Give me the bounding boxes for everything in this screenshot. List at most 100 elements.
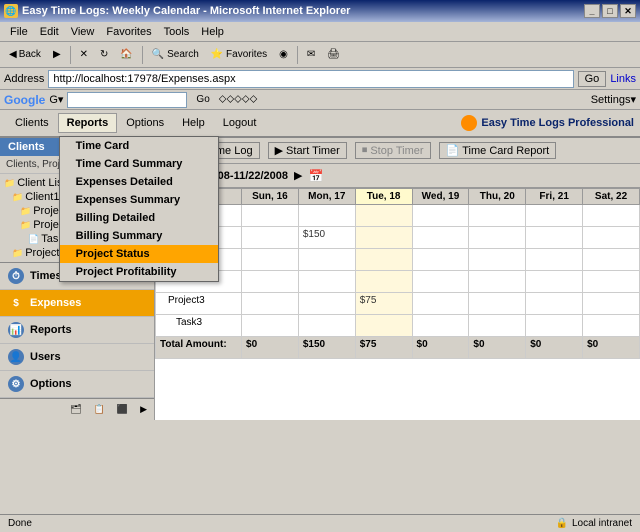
col-mon17: Mon, 17 [298, 189, 355, 205]
dropdown-project-profitability[interactable]: Project Profitability [60, 263, 218, 281]
google-logo: Google [4, 93, 45, 107]
minimize-button[interactable]: _ [584, 4, 600, 18]
calendar-header: ◀ 11/16/2008-11/22/2008 ▶ 📅 [155, 164, 640, 188]
forward-button[interactable]: ▶ [48, 46, 66, 63]
menu-help[interactable]: Help [195, 24, 230, 40]
title-bar: 🌐 Easy Time Logs: Weekly Calendar - Micr… [0, 0, 640, 22]
table-row: Project3 $75 [156, 293, 640, 315]
time-card-report-button[interactable]: 📄 Time Card Report [439, 142, 557, 159]
menu-file[interactable]: File [4, 24, 34, 40]
content-toolbar: ➕ Add Time Log ▶ Start Timer ⏹ Stop Time… [155, 138, 640, 164]
sidebar-tool-btn2[interactable]: 📋 [89, 401, 110, 418]
total-thu: $0 [469, 337, 526, 359]
media-button[interactable]: ◉ [274, 46, 293, 63]
settings-label[interactable]: Settings▾ [591, 93, 636, 106]
play-icon: ▶ [275, 144, 283, 157]
app-logo-icon [461, 115, 477, 131]
links-label: Links [610, 73, 636, 85]
menu-view[interactable]: View [65, 24, 101, 40]
total-wed: $0 [412, 337, 469, 359]
google-bar: Google G▾ Go ⬦⬦⬦⬦⬦ Settings▾ [0, 90, 640, 110]
bottom-nav: ⏱ Timesheet $ Expenses 📊 Reports 👤 Users… [0, 262, 154, 398]
col-fri21: Fri, 21 [526, 189, 583, 205]
dropdown-billing-detailed[interactable]: Billing Detailed [60, 209, 218, 227]
col-thu20: Thu, 20 [469, 189, 526, 205]
google-search-input[interactable] [67, 92, 187, 108]
app-icon: 🌐 [4, 4, 18, 18]
dropdown-time-card-summary[interactable]: Time Card Summary [60, 155, 218, 173]
table-row: Task3 [156, 315, 640, 337]
dropdown-expenses-detailed[interactable]: Expenses Detailed [60, 173, 218, 191]
sidebar-tool-btn4[interactable]: ▶ [135, 401, 152, 418]
table-row: t1 [156, 271, 640, 293]
calendar-grid: Projects Sun, 16 Mon, 17 Tue, 18 Wed, 19… [155, 188, 640, 359]
status-bar: Done 🔒 Local intranet [0, 514, 640, 532]
nav-help[interactable]: Help [173, 113, 214, 133]
back-button[interactable]: ◀ Back [4, 46, 46, 63]
mail-button[interactable]: ✉ [302, 46, 320, 63]
menu-edit[interactable]: Edit [34, 24, 65, 40]
nav-options[interactable]: Options [117, 113, 173, 133]
refresh-button[interactable]: ↻ [95, 46, 113, 63]
total-tue: $75 [355, 337, 412, 359]
total-sun: $0 [242, 337, 299, 359]
google-go-button[interactable]: Go [191, 91, 214, 108]
stop-button[interactable]: ✕ [75, 46, 93, 63]
users-label: Users [30, 351, 61, 363]
security-icon: 🔒 [556, 518, 568, 529]
nav-clients[interactable]: Clients [6, 113, 58, 133]
cal-next[interactable]: ▶ [294, 169, 302, 182]
nav-reports[interactable]: Reports Time Card Time Card Summary Expe… [58, 113, 118, 133]
go-button[interactable]: Go [578, 71, 607, 87]
favorites-button[interactable]: ⭐ Favorites [206, 46, 272, 63]
search-button[interactable]: 🔍 Search [147, 46, 204, 63]
print-button[interactable]: 🖨 [322, 46, 345, 63]
maximize-button[interactable]: □ [602, 4, 618, 18]
dropdown-project-status[interactable]: Project Status [60, 245, 218, 263]
col-tue18: Tue, 18 [355, 189, 412, 205]
options-label: Options [30, 378, 72, 390]
app-nav: Clients Reports Time Card Time Card Summ… [6, 113, 265, 133]
col-wed19: Wed, 19 [412, 189, 469, 205]
total-mon: $150 [298, 337, 355, 359]
status-text: Done [8, 518, 32, 529]
dropdown-billing-summary[interactable]: Billing Summary [60, 227, 218, 245]
google-label: G▾ [49, 93, 63, 106]
google-options: ⬦⬦⬦⬦⬦ [219, 93, 258, 106]
col-sat22: Sat, 22 [583, 189, 640, 205]
nav-options-item[interactable]: ⚙ Options [0, 371, 154, 398]
home-button[interactable]: 🏠 [115, 46, 137, 63]
dropdown-expenses-summary[interactable]: Expenses Summary [60, 191, 218, 209]
dropdown-time-card[interactable]: Time Card [60, 137, 218, 155]
sidebar-tool-btn3[interactable]: ⬛ [112, 401, 133, 418]
content-area: ➕ Add Time Log ▶ Start Timer ⏹ Stop Time… [155, 138, 640, 420]
address-input[interactable] [48, 70, 573, 88]
app-title: Easy Time Logs Professional [481, 117, 634, 129]
users-icon: 👤 [8, 349, 24, 365]
reports-label: Reports [30, 324, 72, 336]
cal-icon[interactable]: 📅 [309, 169, 324, 183]
menu-tools[interactable]: Tools [158, 24, 196, 40]
nav-reports[interactable]: 📊 Reports [0, 317, 154, 344]
close-button[interactable]: ✕ [620, 4, 636, 18]
sidebar-tool-btn1[interactable]: 🗂 [65, 401, 86, 418]
nav-users[interactable]: 👤 Users [0, 344, 154, 371]
table-row: Task1 [156, 249, 640, 271]
stop-icon: ⏹ [362, 144, 368, 157]
reports-dropdown: Time Card Time Card Summary Expenses Det… [59, 136, 219, 282]
calendar-table: Projects Sun, 16 Mon, 17 Tue, 18 Wed, 19… [155, 188, 640, 420]
app-logo: Easy Time Logs Professional [461, 115, 634, 131]
stop-timer-button[interactable]: ⏹ Stop Timer [355, 142, 431, 159]
col-sun16: Sun, 16 [242, 189, 299, 205]
nav-logout[interactable]: Logout [214, 113, 266, 133]
sidebar-bottom-tools: 🗂 📋 ⬛ ▶ [0, 398, 154, 420]
app-toolbar: Clients Reports Time Card Time Card Summ… [0, 110, 640, 138]
start-timer-button[interactable]: ▶ Start Timer [268, 142, 347, 159]
status-right: 🔒 Local intranet [556, 518, 633, 529]
expenses-label: Expenses [30, 297, 81, 309]
cell-project: Task3 [156, 315, 242, 337]
menu-favorites[interactable]: Favorites [100, 24, 157, 40]
total-label: Total Amount: [156, 337, 242, 359]
address-bar: Address Go Links [0, 68, 640, 90]
nav-expenses[interactable]: $ Expenses [0, 290, 154, 317]
